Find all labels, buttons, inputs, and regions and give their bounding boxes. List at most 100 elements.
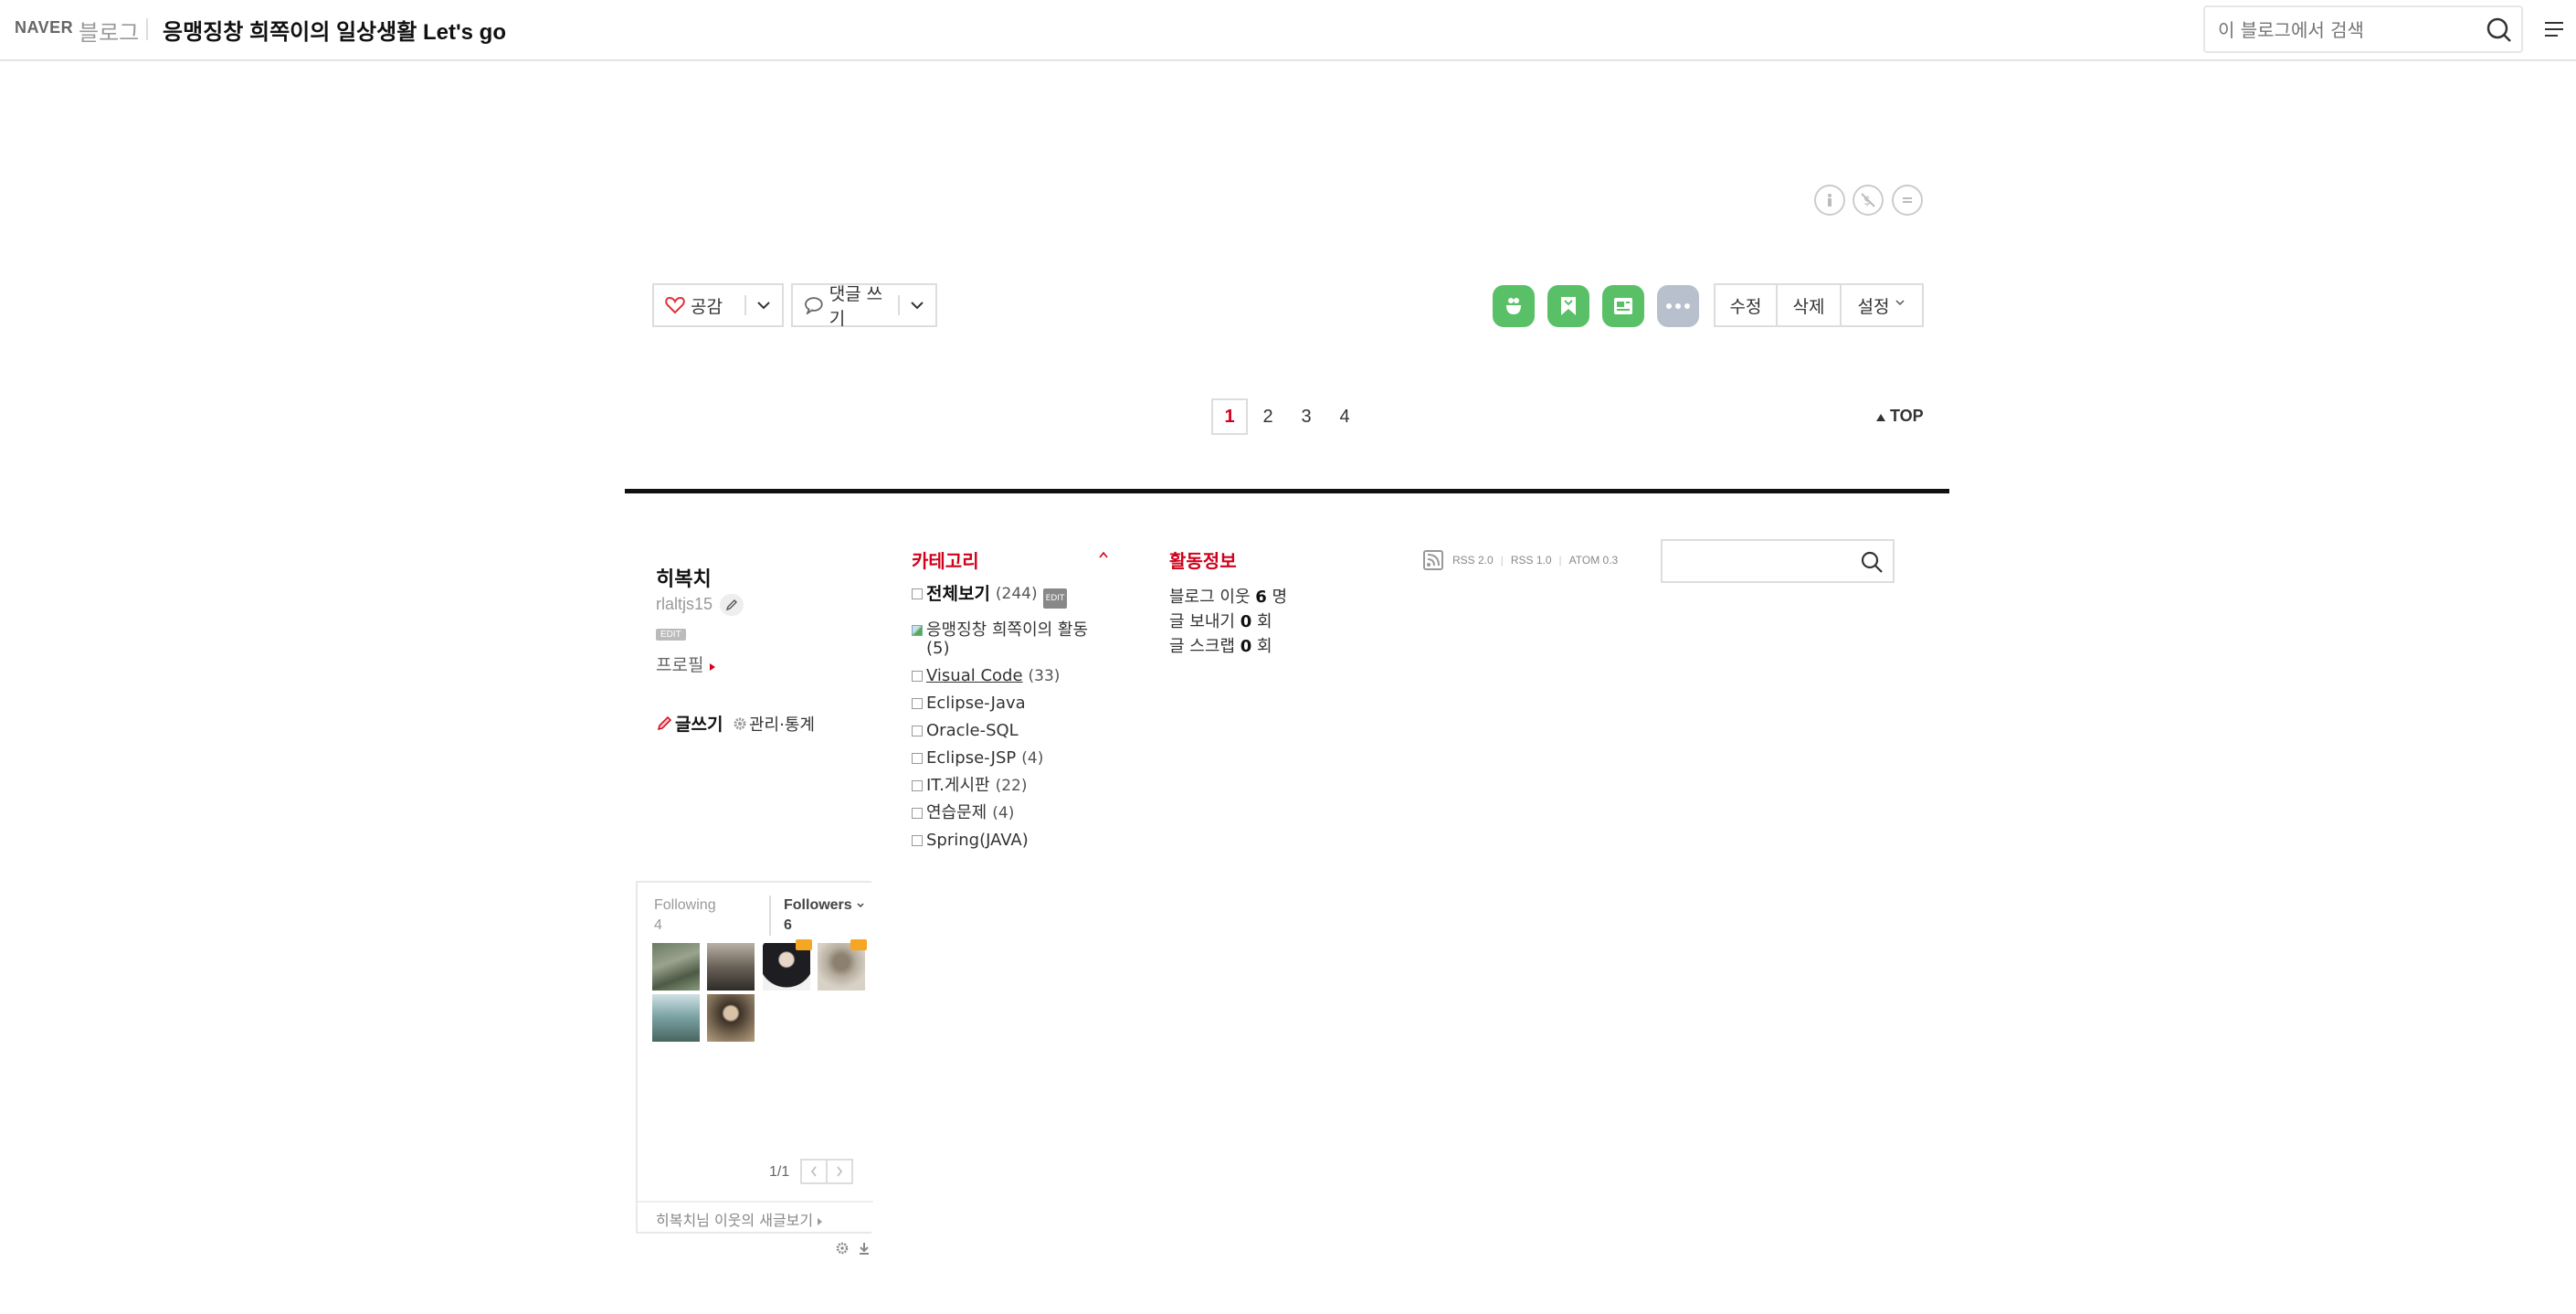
category-item[interactable]: 연습문제 (4) [912,804,1122,822]
page-link-3[interactable]: 3 [1288,398,1325,435]
sidebar-search-button[interactable] [1858,548,1885,580]
hamburger-menu-button[interactable] [2543,18,2565,40]
followers-tab[interactable]: Followers 6 [769,895,865,936]
download-icon [860,1243,869,1255]
triangle-right-icon [709,663,715,671]
category-count: (244) [995,585,1038,603]
activity-export: 글 보내기 0 회 [1169,609,1287,634]
widget-download-button[interactable] [857,1241,871,1260]
gear-icon [734,717,746,730]
rss-2-link[interactable]: RSS 2.0 [1452,554,1494,567]
delete-post-button[interactable]: 삭제 [1778,285,1842,325]
follower-avatar[interactable] [707,943,755,991]
category-item-all[interactable]: 전체보기 (244) EDIT [912,585,1122,609]
activity-label: 글 스크랩 [1169,637,1235,656]
rss-links: RSS 2.0 | RSS 1.0 | ATOM 0.3 [1423,550,1618,570]
like-dropdown-button[interactable] [746,285,782,325]
naver-logo-link[interactable]: NAVER [15,18,73,37]
comment-dropdown-button[interactable] [900,285,935,325]
new-badge [850,939,868,950]
blog-search-box [2203,5,2523,53]
category-item[interactable]: Visual Code (33) [912,667,1122,685]
neighbors-widget: Following 4 Followers 6 1/1 히복치님 이웃의 새글보… [636,881,873,1234]
category-label: Visual Code [926,666,1023,685]
profile-link[interactable]: 프로필 [656,652,715,676]
activity-neighbors: 블로그 이웃 6 명 [1169,585,1287,609]
heart-icon [665,296,685,314]
follower-avatar[interactable] [818,939,868,991]
blog-nickname: 히복치 [656,568,712,591]
activity-value: 0 [1240,612,1252,631]
blog-user-id: rlaltjs15 [656,595,713,613]
chevron-down-icon [857,903,864,908]
category-item[interactable]: IT.게시판 (22) [912,777,1122,795]
scroll-top-link[interactable]: TOP [1876,407,1924,426]
more-dots-icon [1666,303,1690,309]
followers-count: 6 [784,917,792,933]
category-item[interactable]: 응맹징창 희쪽이의 활동 (5) [912,621,1122,658]
activity-scrap: 글 스크랩 0 회 [1169,634,1287,659]
edit-post-button[interactable]: 수정 [1716,285,1778,325]
search-button[interactable] [2481,13,2518,48]
category-checkbox-icon [912,698,923,709]
memo-share-icon [1506,298,1521,314]
category-item[interactable]: Spring(JAVA) [912,832,1122,850]
neighbors-new-posts-link[interactable]: 히복치님 이웃의 새글보기 [656,1208,823,1230]
category-item[interactable]: Eclipse-JSP (4) [912,749,1122,768]
prev-page-button[interactable] [800,1159,828,1184]
comment-button[interactable]: 댓글 쓰기 [793,284,898,329]
share-card-button[interactable] [1602,285,1644,327]
share-bookmark-button[interactable] [1547,285,1589,327]
atom-link[interactable]: ATOM 0.3 [1569,554,1619,567]
category-item[interactable]: Oracle-SQL [912,722,1122,740]
post-settings-button[interactable]: 설정 [1842,285,1922,325]
chevron-down-icon [1895,300,1906,306]
blog-title-link[interactable]: 응맹징창 희쪽이의 일상생활 Let's go [163,14,506,46]
search-icon [1861,551,1883,573]
activity-unit: 명 [1272,588,1288,607]
like-button[interactable]: 공감 [654,285,744,325]
chevron-down-icon [911,302,924,310]
write-post-link[interactable]: 글쓰기 [656,711,723,736]
search-icon [2486,17,2511,42]
follower-avatar[interactable] [762,939,812,991]
share-memo-button[interactable] [1493,285,1535,327]
category-collapse-button[interactable] [1098,546,1109,563]
new-badge [795,939,812,950]
page-link-2[interactable]: 2 [1250,398,1286,435]
profile-edit-tag[interactable]: EDIT [656,629,686,641]
divider: | [1558,554,1562,567]
category-count: (33) [1028,667,1061,685]
gear-icon [836,1242,849,1255]
category-label: IT.게시판 [926,776,990,795]
follower-avatar[interactable] [652,994,700,1042]
widget-settings-button[interactable] [835,1241,850,1260]
like-label: 공감 [691,296,723,317]
activity-value: 6 [1255,588,1267,607]
post-edit-button-group: 수정 삭제 설정 [1714,283,1924,327]
category-edit-tag[interactable]: EDIT [1042,588,1068,609]
rss-1-link[interactable]: RSS 1.0 [1511,554,1552,567]
next-page-button[interactable] [826,1159,853,1184]
blog-search-input[interactable] [2218,16,2465,44]
write-label: 글쓰기 [675,715,723,735]
follower-avatar[interactable] [652,943,700,991]
follower-avatar[interactable] [707,994,755,1042]
category-label: 전체보기 [926,584,990,604]
category-title: 카테고리 [912,550,979,572]
sidebar-search-box[interactable] [1661,539,1895,583]
category-item[interactable]: Eclipse-Java [912,694,1122,713]
page-link-4[interactable]: 4 [1326,398,1363,435]
blog-home-link[interactable]: 블로그 [79,15,139,47]
divider: | [1500,554,1504,567]
like-button-group: 공감 [652,283,784,327]
activity-unit: 회 [1256,612,1272,631]
more-share-button[interactable] [1657,285,1699,327]
page-link-1[interactable]: 1 [1211,398,1248,435]
following-tab[interactable]: Following 4 [654,895,716,936]
widget-tools [828,1241,871,1260]
edit-profile-button[interactable] [720,594,744,616]
license-icons: $ [1814,185,1927,220]
comment-label: 댓글 쓰기 [829,284,883,329]
admin-stats-link[interactable]: 관리·통계 [733,712,815,736]
